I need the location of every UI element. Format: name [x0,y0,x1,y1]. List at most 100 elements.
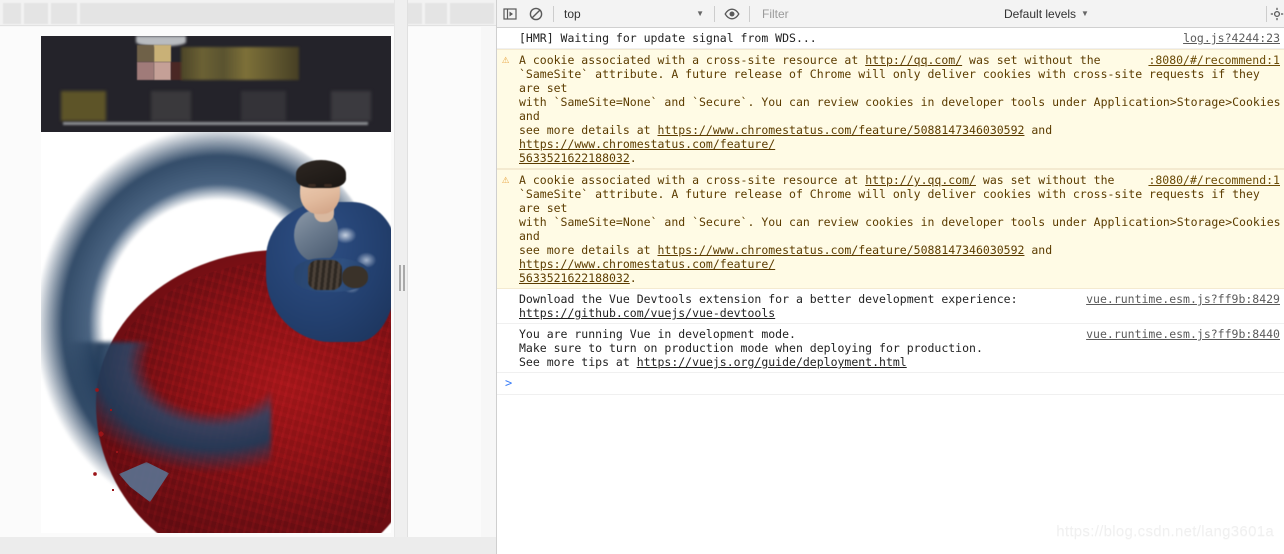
console-message-line: Make sure to turn on production mode whe… [519,341,1281,355]
console-message-list[interactable]: [HMR] Waiting for update signal from WDS… [497,28,1284,554]
console-sidebar-icon[interactable] [497,1,523,27]
console-text: and [1024,243,1060,257]
artwork-image [41,132,391,533]
console-settings-icon[interactable] [1269,1,1284,27]
banner-pixel-block [154,62,171,80]
console-text: see more details at [519,243,658,257]
console-link[interactable]: https://www.chromestatus.com/feature/508… [657,123,1024,137]
prompt-chevron-icon: > [505,376,513,390]
execution-context-value: top [564,6,581,21]
console-warning-row[interactable]: ⚠ A cookie associated with a cross-site r… [497,169,1284,289]
devtools-console-panel: top ▼ Default levels ▼ [496,0,1284,554]
console-message-line: `SameSite` attribute. A future release o… [519,187,1281,215]
console-link[interactable]: 5633521622188032 [519,271,630,285]
console-text: Make sure to turn on production mode whe… [519,341,983,355]
console-text: see more details at [519,123,658,137]
banner-thumb [61,91,106,121]
warning-icon: ⚠ [502,52,510,66]
window-bottom-strip [0,537,496,554]
banner-pixel-block [137,45,154,62]
console-text: [HMR] Waiting for update signal from WDS… [519,31,817,45]
figure-eye [308,184,316,187]
console-text: A cookie associated with a cross-site re… [519,173,866,187]
execution-context-select[interactable]: top ▼ [558,4,710,24]
console-link[interactable]: 5633521622188032 [519,151,630,165]
banner-thumb [151,91,191,121]
console-toolbar: top ▼ Default levels ▼ [497,0,1284,28]
console-source-link[interactable]: vue.runtime.esm.js?ff9b:8440 [1086,327,1280,341]
page-viewport[interactable]: ◢ [0,27,481,537]
console-text: A cookie associated with a cross-site re… [519,53,866,67]
console-link[interactable]: https://github.com/vuejs/vue-devtools [519,306,775,320]
red-splatter [87,382,133,502]
log-levels-select[interactable]: Default levels ▼ [996,4,1097,24]
console-message-line: [HMR] Waiting for update signal from WDS… [519,31,1281,45]
log-levels-value: Default levels [1004,6,1077,21]
banner-thumb [241,91,286,121]
console-log-row[interactable]: Download the Vue Devtools extension for … [497,289,1284,324]
console-prompt[interactable]: > [497,373,1284,395]
console-text: . [629,271,637,285]
console-message-line: see more details at https://www.chromest… [519,243,1281,271]
blue-brush-sweep [41,342,271,533]
page-banner [41,36,391,132]
browser-toolbar-blurred [0,0,496,26]
chrome-block [24,3,48,24]
console-text: `SameSite` attribute. A future release o… [519,187,1267,215]
splitter-grip-icon[interactable] [399,265,405,291]
console-message-line: https://github.com/vuejs/vue-devtools [519,306,1281,320]
console-log-row[interactable]: [HMR] Waiting for update signal from WDS… [497,28,1284,49]
console-message-line: `SameSite` attribute. A future release o… [519,67,1281,95]
console-link[interactable]: https://vuejs.org/guide/deployment.html [637,355,907,369]
console-text: with `SameSite=None` and `Secure`. You c… [519,95,1281,123]
console-message-line: 5633521622188032. [519,151,1281,165]
panel-splitter[interactable] [394,0,408,537]
figure [256,154,391,344]
console-link[interactable]: http://qq.com/ [865,53,962,67]
chrome-block [450,3,494,24]
chevron-down-icon: ▼ [1081,9,1089,18]
console-link[interactable]: https://www.chromestatus.com/feature/508… [657,243,1024,257]
chrome-address-bar[interactable] [80,3,395,24]
banner-thumb [331,91,371,121]
console-message-line: 5633521622188032. [519,271,1281,285]
console-message-line: with `SameSite=None` and `Secure`. You c… [519,95,1281,123]
console-message-line: See more tips at https://vuejs.org/guide… [519,355,1281,369]
console-link[interactable]: https://www.chromestatus.com/feature/ [519,257,775,271]
console-text: You are running Vue in development mode. [519,327,796,341]
console-source-link[interactable]: log.js?4244:23 [1183,31,1280,45]
console-source-link[interactable]: :8080/#/recommend:1 [1148,53,1280,67]
console-source-link[interactable]: vue.runtime.esm.js?ff9b:8429 [1086,292,1280,306]
console-warning-row[interactable]: ⚠ A cookie associated with a cross-site r… [497,49,1284,169]
console-text: Download the Vue Devtools extension for … [519,292,1018,306]
toolbar-divider [553,5,554,22]
chrome-block [425,3,447,24]
console-log-row[interactable]: You are running Vue in development mode.… [497,324,1284,373]
banner-title-blurred [181,47,299,80]
console-text: was set without the [975,173,1115,187]
console-message-line: with `SameSite=None` and `Secure`. You c… [519,215,1281,243]
clear-console-icon[interactable] [523,1,549,27]
figure-eye [324,184,332,187]
console-text: . [629,151,637,165]
console-message-line: see more details at https://www.chromest… [519,123,1281,151]
chrome-block [51,3,77,24]
console-text: See more tips at [519,355,637,369]
banner-pixel-block [154,45,171,62]
chevron-down-icon: ▼ [696,9,704,18]
console-text: and [1024,123,1060,137]
chrome-block [3,3,21,24]
console-link[interactable]: https://www.chromestatus.com/feature/ [519,137,775,151]
console-link[interactable]: http://y.qq.com/ [865,173,976,187]
figure-hair [296,160,346,188]
toolbar-divider [749,5,750,22]
console-text: was set without the [962,53,1101,67]
eye-icon[interactable] [719,1,745,27]
warning-icon: ⚠ [502,172,510,186]
banner-divider [63,122,368,125]
filter-input[interactable] [760,3,960,24]
console-text: `SameSite` attribute. A future release o… [519,67,1267,95]
console-source-link[interactable]: :8080/#/recommend:1 [1148,173,1280,187]
figure-hand [342,266,368,288]
browser-pane: ◢ [0,0,496,554]
